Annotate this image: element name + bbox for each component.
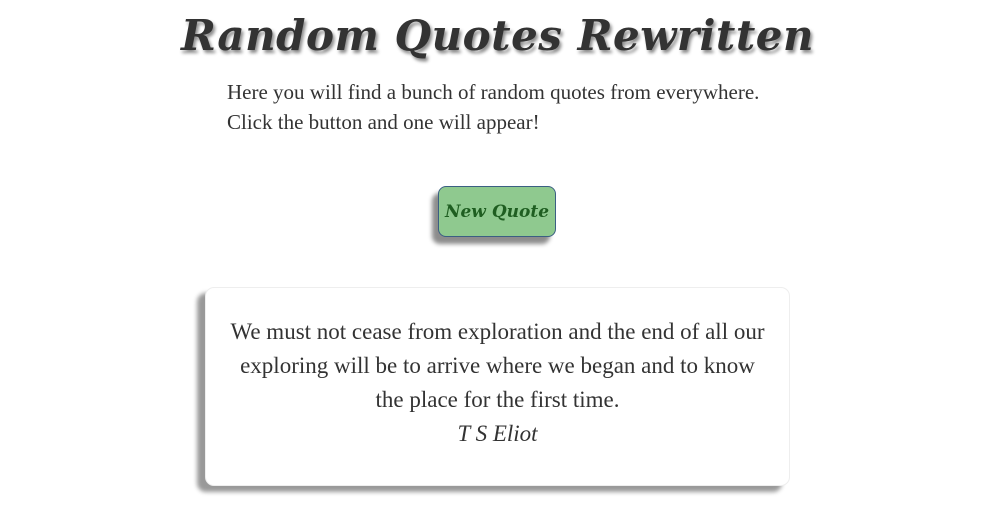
intro-line-1: Here you will find a bunch of random quo…	[227, 80, 760, 104]
quote-text: We must not cease from exploration and t…	[230, 319, 765, 412]
intro-line-2: Click the button and one will appear!	[227, 110, 540, 134]
quote-author: T S Eliot	[457, 421, 538, 446]
intro-text: Here you will find a bunch of random quo…	[227, 77, 787, 137]
quote-card: We must not cease from exploration and t…	[205, 287, 790, 486]
page-title: Random Quotes Rewritten	[180, 11, 814, 60]
new-quote-button[interactable]: New Quote	[438, 186, 556, 237]
